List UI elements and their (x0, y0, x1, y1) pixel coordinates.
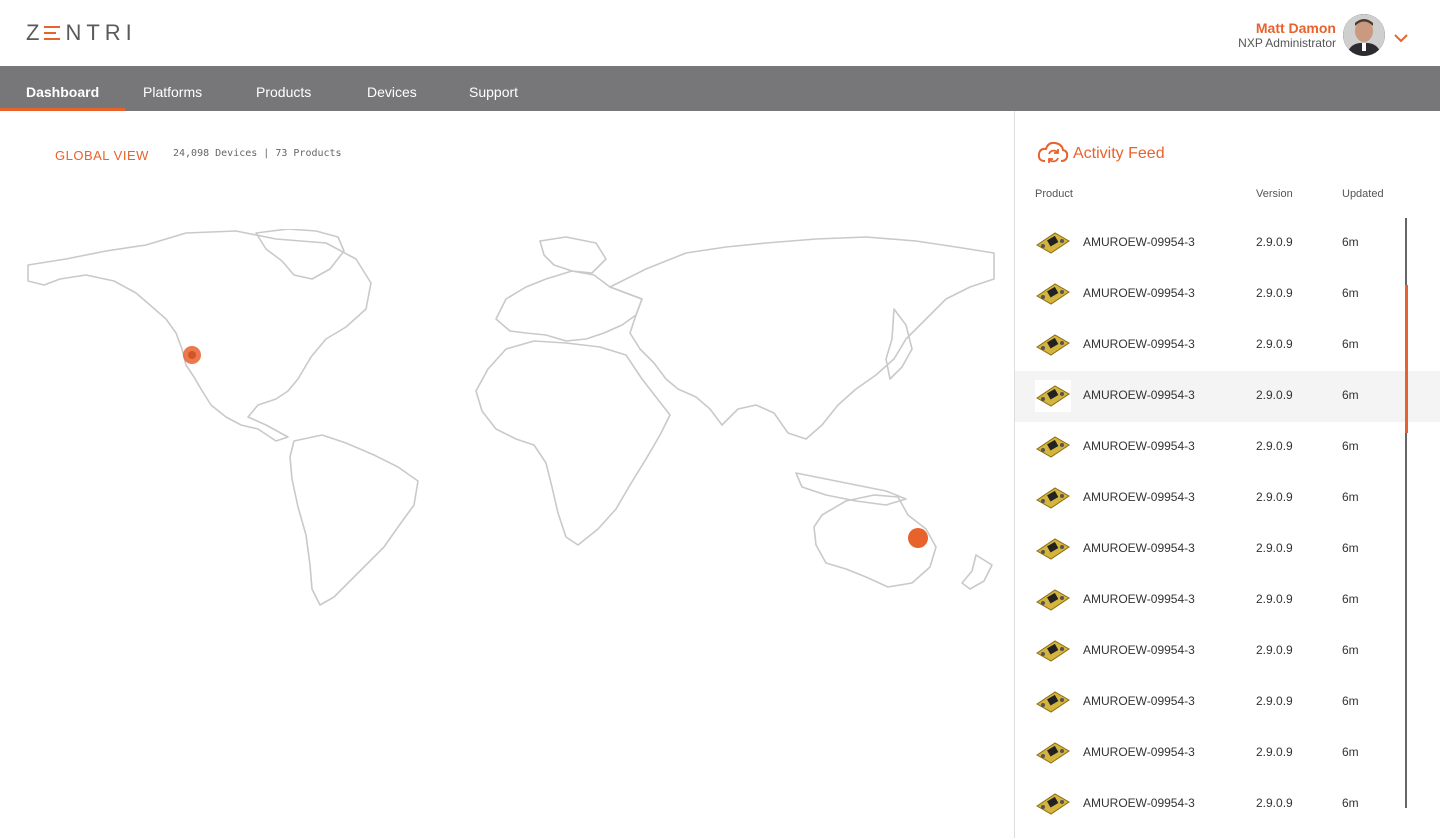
board-thumbnail-icon (1036, 436, 1070, 458)
product-version: 2.9.0.9 (1256, 337, 1293, 351)
column-header-product[interactable]: Product (1035, 188, 1073, 200)
table-row[interactable]: AMUROEW-09954-3 2.9.0.9 6m (1015, 728, 1440, 779)
board-thumbnail-icon (1036, 793, 1070, 815)
product-version: 2.9.0.9 (1256, 439, 1293, 453)
product-name: AMUROEW-09954-3 (1083, 388, 1195, 402)
table-row-hovered[interactable]: AMUROEW-09954-3 2.9.0.9 6m (1015, 371, 1440, 422)
product-version: 2.9.0.9 (1256, 541, 1293, 555)
product-version: 2.9.0.9 (1256, 286, 1293, 300)
product-name: AMUROEW-09954-3 (1083, 592, 1195, 606)
updated-time: 6m (1342, 745, 1359, 759)
table-row[interactable]: AMUROEW-09954-3 2.9.0.9 6m (1015, 677, 1440, 728)
user-name: Matt Damon (1255, 20, 1336, 36)
marker-southeast-australia (908, 528, 928, 548)
board-thumbnail-icon (1036, 334, 1070, 356)
product-name: AMUROEW-09954-3 (1083, 745, 1195, 759)
updated-time: 6m (1342, 439, 1359, 453)
main-nav: Dashboard Platforms Products Devices Sup… (0, 66, 1440, 111)
table-row[interactable]: AMUROEW-09954-3 2.9.0.9 6m (1015, 422, 1440, 473)
scandinavia-outline (539, 236, 607, 274)
activity-feed-list: AMUROEW-09954-3 2.9.0.9 6m AMUROEW-09954… (1015, 218, 1440, 830)
user-role: NXP Administrator (1238, 36, 1336, 50)
board-thumbnail-icon (1036, 691, 1070, 713)
africa-outline (475, 340, 671, 546)
top-bar: Z NTRI Matt Damon NXP Administrator (0, 0, 1440, 66)
product-version: 2.9.0.9 (1256, 796, 1293, 810)
japan-outline (885, 308, 913, 380)
north-america-outline (27, 230, 372, 442)
activity-feed-title: Activity Feed (1073, 145, 1165, 162)
table-row[interactable]: AMUROEW-09954-3 2.9.0.9 6m (1015, 269, 1440, 320)
table-row[interactable]: AMUROEW-09954-3 2.9.0.9 6m (1015, 575, 1440, 626)
board-thumbnail-icon (1036, 283, 1070, 305)
nav-devices[interactable]: Devices (341, 66, 443, 111)
product-name: AMUROEW-09954-3 (1083, 286, 1195, 300)
board-thumbnail-icon (1036, 232, 1070, 254)
product-name: AMUROEW-09954-3 (1083, 694, 1195, 708)
product-name: AMUROEW-09954-3 (1083, 541, 1195, 555)
user-info[interactable]: Matt Damon NXP Administrator (1238, 20, 1336, 51)
product-name: AMUROEW-09954-3 (1083, 439, 1195, 453)
board-thumbnail-icon (1036, 742, 1070, 764)
updated-time: 6m (1342, 388, 1359, 402)
updated-time: 6m (1342, 490, 1359, 504)
product-version: 2.9.0.9 (1256, 745, 1293, 759)
nav-platforms[interactable]: Platforms (117, 66, 228, 111)
product-name: AMUROEW-09954-3 (1083, 796, 1195, 810)
greenland-outline (255, 229, 345, 280)
product-version: 2.9.0.9 (1256, 643, 1293, 657)
zentri-logo[interactable]: Z NTRI (26, 20, 137, 46)
nav-dashboard[interactable]: Dashboard (0, 66, 126, 111)
updated-time: 6m (1342, 694, 1359, 708)
global-view-stats: 24,098 Devices | 73 Products (173, 148, 342, 159)
avatar[interactable] (1343, 14, 1385, 56)
product-version: 2.9.0.9 (1256, 490, 1293, 504)
world-map[interactable] (26, 229, 998, 609)
global-view-panel: GLOBAL VIEW 24,098 Devices | 73 Products (0, 111, 1015, 838)
nav-products[interactable]: Products (230, 66, 337, 111)
column-header-updated[interactable]: Updated (1342, 188, 1384, 200)
nav-support[interactable]: Support (443, 66, 544, 111)
new-zealand-outline (961, 554, 993, 590)
board-thumbnail-icon (1035, 380, 1071, 412)
table-row[interactable]: AMUROEW-09954-3 2.9.0.9 6m (1015, 626, 1440, 677)
column-header-version[interactable]: Version (1256, 188, 1293, 200)
logo-letters: NTRI (65, 20, 137, 45)
table-row[interactable]: AMUROEW-09954-3 2.9.0.9 6m (1015, 473, 1440, 524)
logo-letter-z: Z (26, 20, 45, 45)
asia-outline (609, 236, 995, 440)
product-name: AMUROEW-09954-3 (1083, 643, 1195, 657)
board-thumbnail-icon (1036, 487, 1070, 509)
product-version: 2.9.0.9 (1256, 694, 1293, 708)
table-row[interactable]: AMUROEW-09954-3 2.9.0.9 6m (1015, 218, 1440, 269)
activity-feed-panel: Activity Feed Product Version Updated AM… (1015, 111, 1440, 838)
updated-time: 6m (1342, 286, 1359, 300)
global-view-title: GLOBAL VIEW (55, 148, 149, 163)
product-name: AMUROEW-09954-3 (1083, 235, 1195, 249)
updated-time: 6m (1342, 235, 1359, 249)
product-version: 2.9.0.9 (1256, 388, 1293, 402)
chevron-down-icon[interactable] (1393, 30, 1409, 46)
updated-time: 6m (1342, 643, 1359, 657)
logo-e-mark-icon (44, 25, 61, 41)
board-thumbnail-icon (1036, 538, 1070, 560)
table-row[interactable]: AMUROEW-09954-3 2.9.0.9 6m (1015, 779, 1440, 830)
board-thumbnail-icon (1036, 589, 1070, 611)
feed-scrollbar-thumb[interactable] (1405, 285, 1408, 433)
updated-time: 6m (1342, 592, 1359, 606)
table-row[interactable]: AMUROEW-09954-3 2.9.0.9 6m (1015, 524, 1440, 575)
map-markers (183, 346, 928, 548)
product-version: 2.9.0.9 (1256, 592, 1293, 606)
product-name: AMUROEW-09954-3 (1083, 337, 1195, 351)
board-thumbnail-icon (1036, 640, 1070, 662)
updated-time: 6m (1342, 796, 1359, 810)
product-name: AMUROEW-09954-3 (1083, 490, 1195, 504)
avatar-photo (1343, 14, 1385, 56)
product-version: 2.9.0.9 (1256, 235, 1293, 249)
south-america-outline (289, 434, 419, 606)
updated-time: 6m (1342, 337, 1359, 351)
table-row[interactable]: AMUROEW-09954-3 2.9.0.9 6m (1015, 320, 1440, 371)
updated-time: 6m (1342, 541, 1359, 555)
cloud-sync-icon (1037, 139, 1069, 172)
